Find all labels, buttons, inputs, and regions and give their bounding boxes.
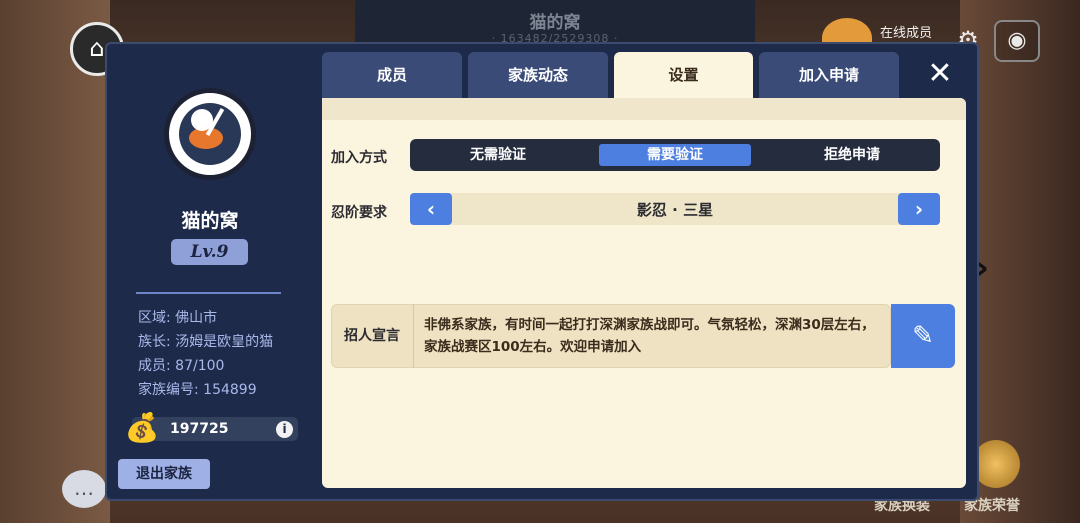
clan-region: 区域: 佛山市 [138,310,218,326]
eye-icon[interactable]: ◉ [994,20,1040,62]
clan-emblem [164,88,256,180]
info-icon[interactable]: i [276,421,293,438]
background-title: 猫的窝 [529,13,581,33]
clan-level-badge: Lv.9 [171,239,248,265]
tab-members[interactable]: 成员 [322,52,462,98]
clan-name: 猫的窝 [181,210,239,232]
clan-members: 成员: 87/100 [138,358,225,374]
recruit-slogan-label: 招人宣言 [331,304,414,368]
close-icon[interactable]: ✕ [920,56,960,92]
edit-pencil-icon[interactable]: ✎ [891,304,955,368]
clan-leader: 族长: 汤姆是欧皇的猫 [138,334,274,350]
tab-join-requests[interactable]: 加入申请 [759,52,899,98]
join-option-reject[interactable]: 拒绝申请 [776,144,928,166]
chevron-right-icon[interactable]: › [898,193,940,225]
tab-settings[interactable]: 设置 [614,52,753,98]
clan-funds-value: 197725 [170,421,229,437]
settings-header-strip [322,98,966,120]
join-option-no-verify[interactable]: 无需验证 [422,144,574,166]
online-members-label: 在线成员 [880,26,933,41]
tab-clan-news[interactable]: 家族动态 [468,52,608,98]
clan-id: 家族编号: 154899 [138,382,257,398]
quit-clan-button[interactable]: 退出家族 [118,459,210,489]
recruit-slogan-text: 非佛系家族，有时间一起打打深渊家族战即可。气氛轻松，深渊30层左右，家族战赛区1… [424,317,875,355]
chat-icon[interactable]: … [62,470,106,508]
join-option-verify[interactable]: 需要验证 [599,144,751,166]
emblem-body [189,127,223,149]
rank-requirement-label: 忍阶要求 [331,205,387,221]
coin-bag-icon: 💰 [124,411,160,444]
chevron-left-icon[interactable]: ‹ [410,193,452,225]
join-method-label: 加入方式 [331,150,387,166]
divider [136,292,281,294]
rank-requirement-value: 影忍 · 三星 [636,201,714,219]
background-left-wall [0,0,110,523]
trophy-icon[interactable] [972,440,1020,488]
